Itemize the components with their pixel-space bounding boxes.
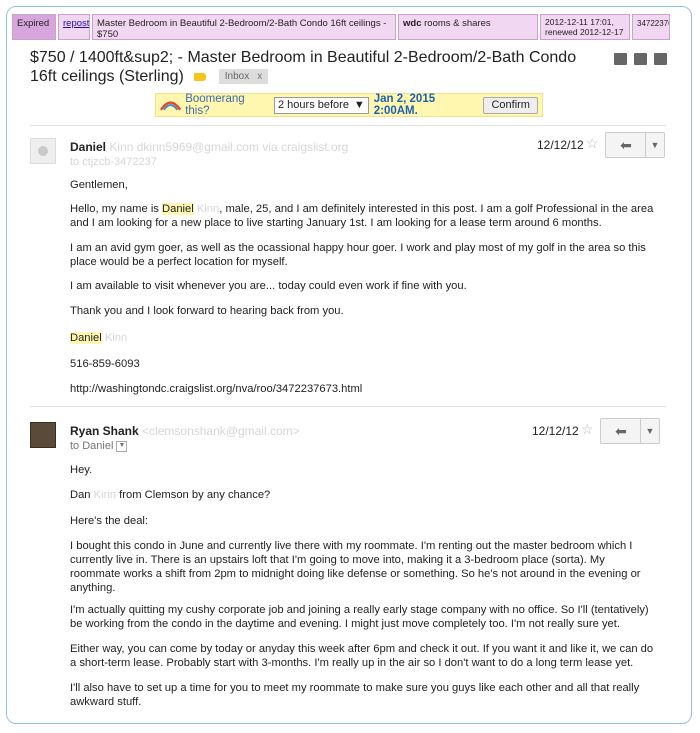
signature-first-name: Daniel <box>70 332 102 344</box>
body-paragraph: Here's the deal: <box>70 515 149 527</box>
sender[interactable]: Daniel Kinn dkinn5969@gmail.com via crai… <box>70 140 348 154</box>
avatar <box>30 138 56 164</box>
body-text: Hello, my name is <box>70 203 163 215</box>
reply-arrow-icon: ⬅ <box>620 136 632 153</box>
listing-link[interactable]: http://washingtondc.craigslist.org/nva/r… <box>70 382 655 396</box>
chevron-down-icon: ▼ <box>650 140 660 150</box>
subject-text: $750 / 1400ft&sup2; - Master Bedroom in … <box>30 49 577 85</box>
label-tag-icon[interactable] <box>194 72 207 81</box>
redacted-name: Kinn <box>196 203 220 215</box>
confirm-button[interactable]: Confirm <box>483 96 538 114</box>
reply-button[interactable]: ⬅ <box>605 132 647 158</box>
redacted-name: Kinn <box>93 489 117 501</box>
boomerang-question: Boomerang this? <box>185 93 245 117</box>
body-paragraph: I'm actually quitting my cushy corporate… <box>70 604 649 630</box>
avatar <box>30 422 56 448</box>
renewed-date: renewed 2012-12-17 09:25 <box>545 27 624 39</box>
new-window-icon[interactable] <box>654 53 667 65</box>
recipient-text: to Daniel <box>70 440 114 452</box>
sender[interactable]: Ryan Shank <clemsonshank@gmail.com> <box>70 424 300 438</box>
body-paragraph: Hello, my name is Daniel Kinn, male, 25,… <box>70 202 655 230</box>
star-icon[interactable]: ☆ <box>586 135 599 152</box>
body-paragraph: Hey. <box>70 464 93 476</box>
chevron-down-icon: ▼ <box>353 99 365 111</box>
body-text: from Clemson by any chance? <box>116 489 271 501</box>
signature-last-name: Kinn <box>104 332 128 344</box>
remove-label-icon[interactable]: x <box>257 71 262 82</box>
boomerang-bar: Boomerang this? 2 hours before ▼ Jan 2, 2… <box>155 93 543 117</box>
divider <box>30 125 666 126</box>
chevron-down-icon: ▼ <box>645 426 655 436</box>
reply-button[interactable]: ⬅ <box>600 418 642 444</box>
more-button[interactable]: ▼ <box>640 418 660 444</box>
reply-arrow-icon: ⬅ <box>615 422 627 439</box>
signature: Daniel Kinn <box>70 331 655 345</box>
star-icon[interactable]: ☆ <box>581 421 594 438</box>
message-date: 12/12/12 <box>532 424 579 438</box>
sender-last-name: Kinn <box>109 140 134 154</box>
body-paragraph: Dan Kinn from Clemson by any chance? <box>70 488 655 502</box>
body-paragraph: I'll also have to set up a time for you … <box>70 682 640 708</box>
sender-via: via craigslist.org <box>262 140 349 154</box>
divider <box>30 406 666 407</box>
body-paragraph: I am an avid gym goer, as well as the oc… <box>70 242 646 268</box>
listing-dates: 2012-12-11 17:01,renewed 2012-12-17 09:2… <box>540 14 630 40</box>
listing-title: Master Bedroom in Beautiful 2-Bedroom/2-… <box>92 14 396 40</box>
listing-strip: Expired repost Master Bedroom in Beautif… <box>12 14 672 42</box>
body-greeting: Gentlemen, <box>70 179 128 191</box>
body-paragraph: Either way, you can come by today or any… <box>70 643 654 669</box>
sender-email: dkinn5969@gmail.com <box>136 140 259 154</box>
default-avatar-icon <box>38 146 48 156</box>
inbox-label-text: Inbox <box>224 71 250 83</box>
recipient-text: to ctjzcb-3472237 <box>70 156 157 168</box>
sender-email: <clemsonshank@gmail.com> <box>142 424 300 438</box>
post-id: 3472237673 <box>632 14 670 40</box>
boomerang-icon <box>160 101 182 111</box>
posted-date: 2012-12-11 17:01, <box>545 17 614 27</box>
recipient[interactable]: to Daniel ▼ <box>70 440 128 452</box>
email-subject: $750 / 1400ft&sup2; - Master Bedroom in … <box>30 48 590 86</box>
listing-source: wdc <box>403 18 422 29</box>
inbox-label[interactable]: Inbox x <box>218 69 269 85</box>
listing-category: wdc rooms & shares <box>398 14 538 40</box>
body-paragraph: I am available to visit whenever you are… <box>70 280 467 292</box>
body-text: Dan <box>70 489 94 501</box>
sender-name: Ryan Shank <box>70 424 139 438</box>
phone-number[interactable]: 516-859-6093 <box>70 357 655 371</box>
recipient[interactable]: to ctjzcb-3472237 <box>70 156 157 168</box>
repost-link[interactable]: repost <box>58 14 90 40</box>
listing-category-name: rooms & shares <box>424 18 491 29</box>
more-button[interactable]: ▼ <box>645 132 665 158</box>
body-paragraph: I bought this condo in June and currentl… <box>70 540 641 594</box>
status-badge: Expired <box>12 14 56 40</box>
boomerang-date: Jan 2, 2015 2:00AM. <box>373 93 436 117</box>
highlighted-name: Daniel <box>162 203 194 215</box>
body-paragraph: Thank you and I look forward to hearing … <box>70 305 344 317</box>
message-date: 12/12/12 <box>537 138 584 152</box>
show-details-icon[interactable]: ▼ <box>116 440 128 452</box>
sender-first-name: Daniel <box>70 140 107 154</box>
thread-actions <box>614 53 667 65</box>
archive-icon[interactable] <box>614 53 627 65</box>
print-icon[interactable] <box>634 53 647 65</box>
boomerang-select[interactable]: 2 hours before ▼ <box>274 96 369 114</box>
boomerang-option: 2 hours before <box>278 99 349 111</box>
